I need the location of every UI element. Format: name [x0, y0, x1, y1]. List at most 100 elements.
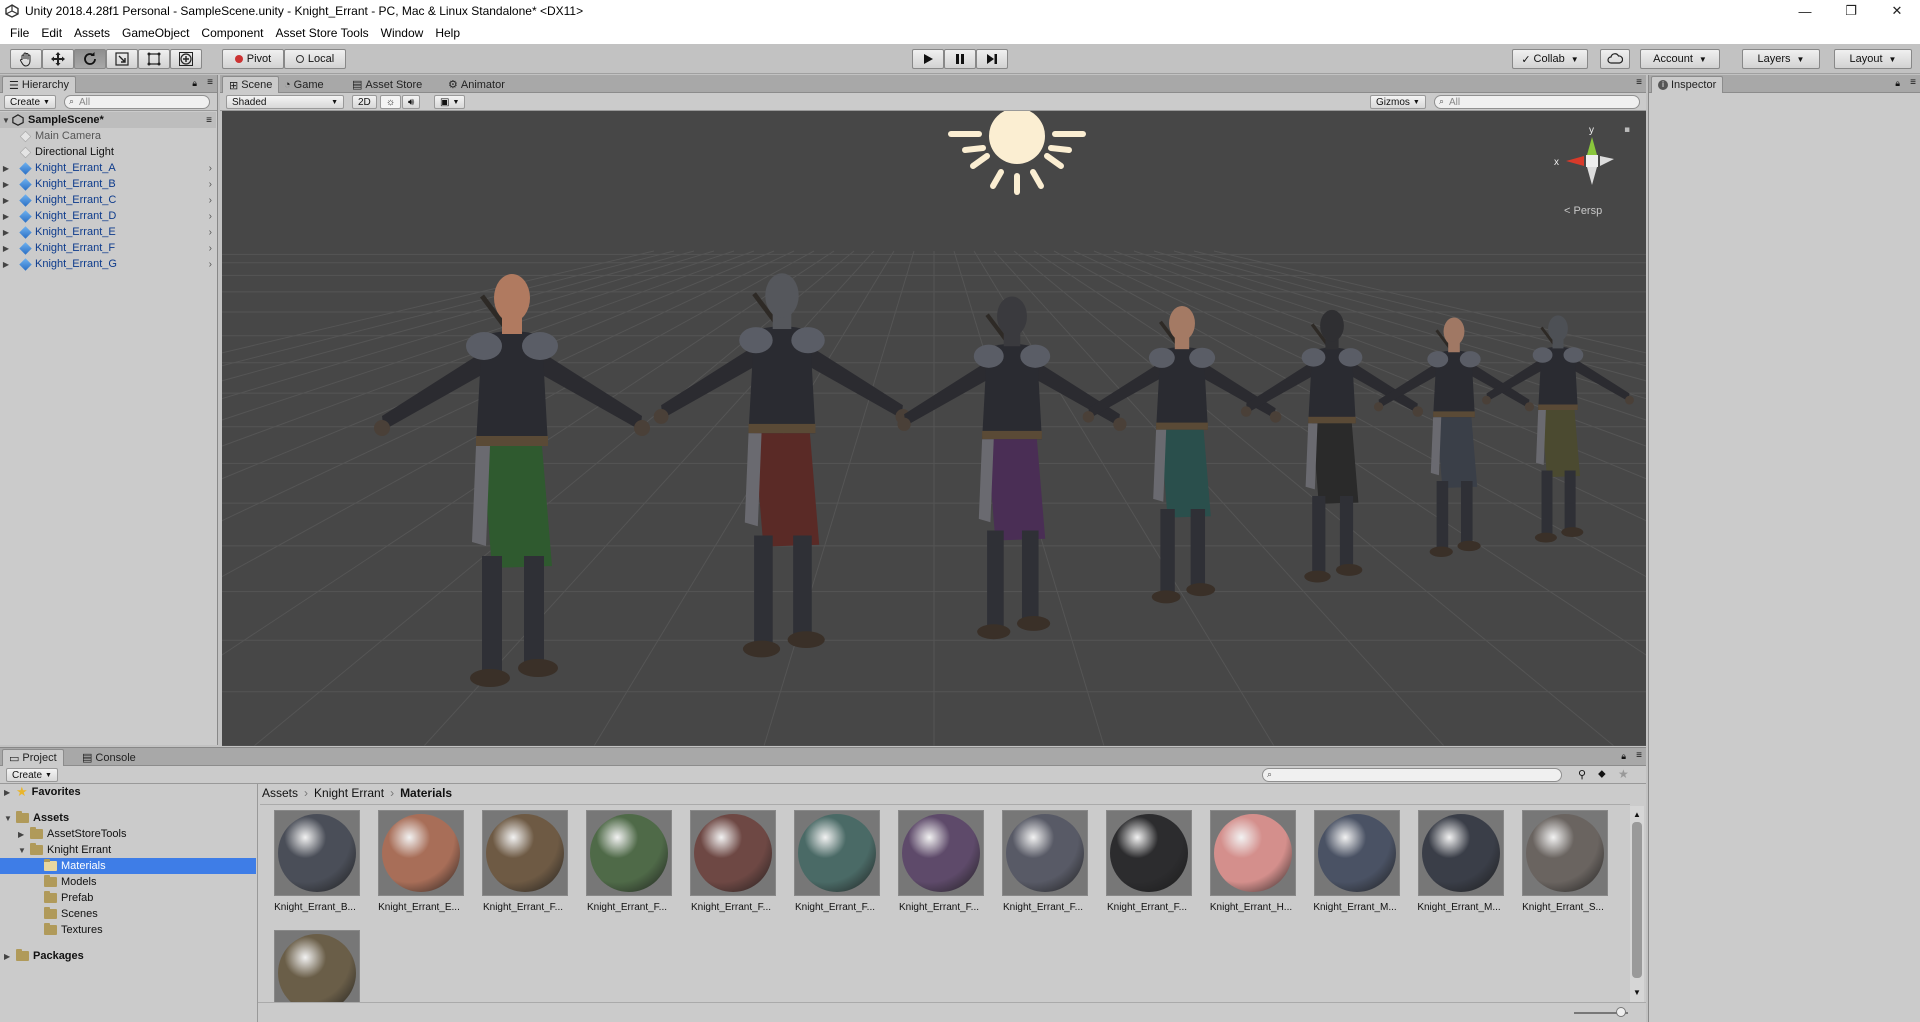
breadcrumb-assets[interactable]: Assets	[262, 786, 298, 800]
material-asset[interactable]: Knight_Errant_E...	[364, 808, 464, 924]
scene-render[interactable]: y x < Persp ▪	[222, 111, 1646, 746]
inspector-lock-icon[interactable]: 🔒︎	[1895, 78, 1900, 89]
filter-label-icon[interactable]: ⬥	[1598, 768, 1606, 781]
step-button[interactable]	[976, 49, 1008, 69]
transform-tool-button[interactable]	[170, 49, 202, 69]
hierarchy-item[interactable]: Directional Light	[0, 144, 216, 160]
project-tree-item[interactable]: Materials	[0, 858, 256, 874]
prefab-open-chevron-icon[interactable]: ›	[209, 243, 212, 254]
tab-console[interactable]: ▤ Console	[76, 749, 142, 766]
expand-arrow-icon[interactable]: ▶	[0, 244, 12, 253]
breadcrumb-knight-errant[interactable]: Knight Errant	[314, 786, 384, 800]
tree-expand-arrow-icon[interactable]: ▶	[18, 830, 30, 839]
tree-expand-arrow-icon[interactable]: ▶	[4, 952, 16, 961]
scene-search-input[interactable]: ⌕ All	[1434, 95, 1640, 109]
project-tree-item[interactable]: ▼ Knight Errant	[0, 842, 256, 858]
project-create-button[interactable]: Create ▼	[6, 768, 58, 782]
tree-expand-arrow-icon[interactable]: ▼	[4, 814, 16, 823]
expand-arrow-icon[interactable]: ▶	[0, 212, 12, 221]
breadcrumb-materials[interactable]: Materials	[400, 786, 452, 800]
tab-animator[interactable]: ⚙ Animator	[442, 76, 511, 93]
project-tree-item[interactable]: ▶ Packages	[0, 948, 256, 964]
project-tree-item[interactable]: Prefab	[0, 890, 256, 906]
tree-expand-arrow-icon[interactable]: ▼	[18, 846, 30, 855]
hierarchy-item[interactable]: ▶ Knight_Errant_A ›	[0, 160, 216, 176]
tab-scene[interactable]: ⊞ Scene	[222, 76, 280, 93]
project-lock-icon[interactable]: 🔒︎	[1621, 751, 1626, 762]
tab-game[interactable]: ◔ Game	[278, 76, 330, 93]
2d-toggle[interactable]: 2D	[352, 95, 377, 109]
scene-panel-menu-icon[interactable]: ≡	[1636, 77, 1642, 88]
hierarchy-item[interactable]: ▶ Knight_Errant_G ›	[0, 256, 216, 272]
project-tree-item[interactable]: Models	[0, 874, 256, 890]
scene-menu-icon[interactable]: ≡	[206, 115, 212, 126]
prefab-open-chevron-icon[interactable]: ›	[209, 179, 212, 190]
scroll-down-icon[interactable]: ▼	[1633, 988, 1641, 997]
close-button[interactable]: ✕	[1874, 0, 1920, 22]
shading-mode-dropdown[interactable]: Shaded ▼	[226, 95, 344, 109]
prefab-open-chevron-icon[interactable]: ›	[209, 163, 212, 174]
project-tree-item[interactable]: ▼ Assets	[0, 810, 256, 826]
inspector-menu-icon[interactable]: ≡	[1910, 77, 1916, 88]
persp-label[interactable]: < Persp	[1564, 205, 1602, 217]
cloud-button[interactable]	[1600, 49, 1630, 69]
maximize-button[interactable]: ❐	[1828, 0, 1874, 22]
prefab-open-chevron-icon[interactable]: ›	[209, 211, 212, 222]
effects-dropdown[interactable]: ▣ ▼	[434, 95, 466, 109]
material-asset[interactable]: Knight_Errant_M...	[1404, 808, 1504, 924]
play-button[interactable]	[912, 49, 944, 69]
menu-gameobject[interactable]: GameObject	[116, 26, 195, 40]
tab-hierarchy[interactable]: ☰ Hierarchy	[2, 76, 76, 93]
menu-file[interactable]: File	[4, 26, 35, 40]
pause-button[interactable]	[944, 49, 976, 69]
collab-dropdown[interactable]: ✓ Collab ▼	[1512, 49, 1588, 69]
layout-dropdown[interactable]: Layout ▼	[1834, 49, 1912, 69]
audio-toggle[interactable]: 🔊︎	[402, 95, 421, 109]
layers-dropdown[interactable]: Layers ▼	[1742, 49, 1820, 69]
project-tree-item[interactable]: Scenes	[0, 906, 256, 922]
rotate-tool-button[interactable]	[74, 49, 106, 69]
project-menu-icon[interactable]: ≡	[1636, 750, 1642, 761]
menu-assets[interactable]: Assets	[68, 26, 116, 40]
tab-asset-store[interactable]: ▤ Asset Store	[346, 76, 428, 93]
hierarchy-item[interactable]: ▶ Knight_Errant_E ›	[0, 224, 216, 240]
material-asset[interactable]: Knight_Errant_B...	[260, 808, 360, 924]
menu-asset-store-tools[interactable]: Asset Store Tools	[269, 26, 374, 40]
material-asset[interactable]: Knight_Errant_S...	[1508, 808, 1608, 924]
material-asset[interactable]: Knight_Errant_F...	[676, 808, 776, 924]
material-asset[interactable]: Knight_Errant_M...	[1300, 808, 1400, 924]
asset-scrollbar[interactable]: ▲ ▼	[1630, 806, 1644, 1002]
hierarchy-item[interactable]: Main Camera	[0, 128, 216, 144]
expand-arrow-icon[interactable]: ▶	[0, 260, 12, 269]
tab-project[interactable]: ▭ Project	[2, 749, 64, 766]
hierarchy-create-button[interactable]: Create ▼	[4, 95, 56, 109]
material-asset[interactable]: Knight_Errant_F...	[884, 808, 984, 924]
panel-menu-icon[interactable]: ≡	[207, 77, 213, 88]
project-tree-item[interactable]: Textures	[0, 922, 256, 938]
minimize-button[interactable]: —	[1782, 0, 1828, 22]
hierarchy-item[interactable]: ▶ Knight_Errant_D ›	[0, 208, 216, 224]
menu-edit[interactable]: Edit	[35, 26, 68, 40]
prefab-open-chevron-icon[interactable]: ›	[209, 259, 212, 270]
prefab-open-chevron-icon[interactable]: ›	[209, 195, 212, 206]
material-asset[interactable]: Knight_Errant_F...	[1092, 808, 1192, 924]
scroll-thumb[interactable]	[1632, 822, 1642, 978]
thumbnail-size-handle[interactable]	[1616, 1007, 1626, 1017]
hand-tool-button[interactable]	[10, 49, 42, 69]
scroll-up-icon[interactable]: ▲	[1633, 810, 1641, 819]
prefab-open-chevron-icon[interactable]: ›	[209, 227, 212, 238]
scale-tool-button[interactable]	[106, 49, 138, 69]
scene-viewport[interactable]: y x < Persp ▪	[222, 111, 1646, 746]
scene-lock-icon[interactable]: ▪	[1624, 125, 1630, 135]
tree-expand-arrow-icon[interactable]: ▶	[4, 788, 16, 797]
favorite-star-icon[interactable]: ★	[1618, 767, 1629, 781]
expand-arrow-icon[interactable]: ▶	[0, 196, 12, 205]
filter-type-icon[interactable]: ⚲	[1578, 768, 1586, 781]
scene-root-row[interactable]: ▼ SampleScene* ≡	[0, 112, 216, 128]
project-tree-item[interactable]: ▶ AssetStoreTools	[0, 826, 256, 842]
project-tree-item[interactable]: ▶ ★ Favorites	[0, 784, 256, 800]
expand-arrow-icon[interactable]: ▼	[0, 116, 12, 125]
gizmos-dropdown[interactable]: Gizmos ▼	[1370, 95, 1426, 109]
project-search-input[interactable]: ⌕	[1262, 768, 1562, 782]
rect-tool-button[interactable]	[138, 49, 170, 69]
